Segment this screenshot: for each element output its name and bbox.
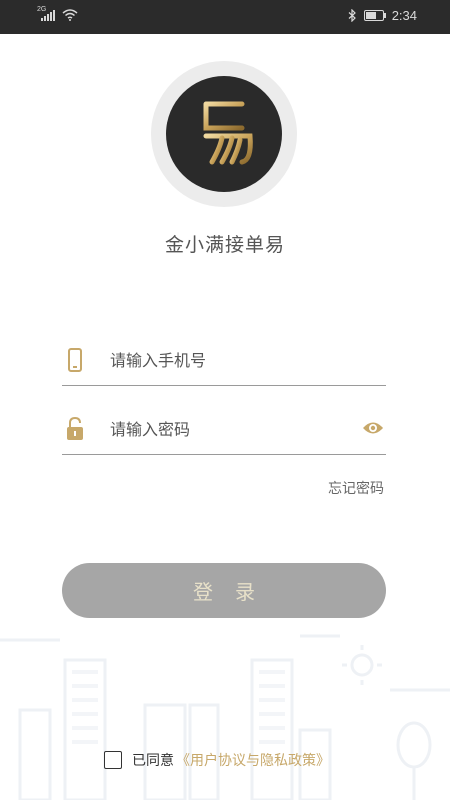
forgot-password-link[interactable]: 忘记密码: [328, 478, 384, 498]
lock-icon: [67, 416, 83, 440]
login-button[interactable]: 登录: [62, 563, 386, 618]
agreement-checkbox[interactable]: [104, 751, 122, 769]
phone-field: [62, 339, 386, 386]
wifi-icon: [62, 9, 78, 21]
clock: 2:34: [391, 8, 417, 23]
battery-fill: [365, 12, 376, 19]
battery-icon: [363, 10, 386, 21]
password-input[interactable]: [108, 412, 342, 446]
privacy-policy-link[interactable]: 《用户协议与隐私政策》: [176, 750, 330, 770]
phone-icon: [68, 348, 82, 372]
agreement-prefix: 已同意: [132, 753, 174, 769]
password-field: [62, 408, 386, 455]
network-type: 2G: [37, 6, 47, 13]
agreement-row: 已同意 《用户协议与隐私政策》: [104, 750, 330, 770]
yi-logo-icon: [203, 101, 253, 165]
app-name: 金小满接单易: [164, 234, 285, 256]
phone-input[interactable]: [108, 343, 342, 377]
status-left: 2G: [37, 6, 78, 21]
bluetooth-icon: [348, 9, 356, 22]
city-background-illustration: [0, 634, 450, 800]
eye-icon[interactable]: [362, 420, 384, 436]
status-bar: 2G 2:34: [0, 0, 450, 34]
app-logo: [151, 61, 297, 207]
logo-badge: [166, 76, 282, 192]
status-right: 2:34: [348, 8, 417, 23]
